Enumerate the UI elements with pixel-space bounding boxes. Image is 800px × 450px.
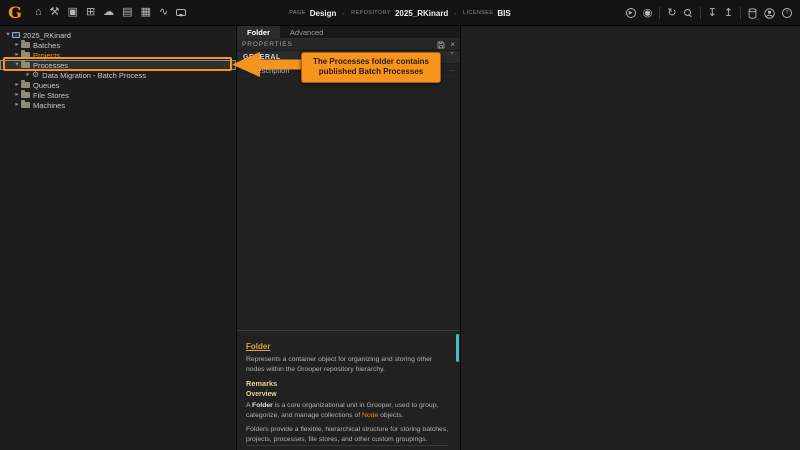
- folder-icon: [21, 92, 30, 98]
- help-paragraph-1: A Folder is a core organizational unit i…: [246, 401, 451, 420]
- chevron-down-icon[interactable]: ˇ: [451, 54, 455, 59]
- context-info: PAGE Design · REPOSITORY 2025_RKinard · …: [289, 0, 510, 26]
- repository-value[interactable]: 2025_RKinard: [395, 9, 448, 18]
- property-tabs: Folder Advanced: [237, 26, 460, 39]
- help-remarks-heading: Remarks: [246, 379, 451, 388]
- help-scrollbar-thumb[interactable]: [456, 334, 459, 362]
- refresh-icon[interactable]: ↻: [667, 8, 676, 19]
- expand-arrow-icon[interactable]: ▸: [13, 82, 21, 89]
- help-text: is a core organizational unit in Grooper…: [246, 402, 438, 419]
- batches-icon[interactable]: ▣: [68, 7, 78, 18]
- licensee-value[interactable]: BIS: [497, 9, 510, 18]
- tree-item-label: Queues: [33, 81, 59, 90]
- tree-item-data-migration[interactable]: ▸ ⚙ Data Migration - Batch Process: [0, 70, 236, 80]
- toolbar-separator: [659, 7, 660, 19]
- expand-arrow-icon[interactable]: ▾: [4, 32, 12, 39]
- toolbar-separator: [700, 7, 701, 19]
- tab-folder[interactable]: Folder: [237, 26, 280, 38]
- help-divider: [246, 445, 448, 446]
- user-icon[interactable]: [764, 8, 775, 19]
- toolbar-separator: [740, 7, 741, 19]
- help-intro: Represents a container object for organi…: [246, 355, 451, 374]
- properties-title: PROPERTIES: [242, 41, 293, 48]
- topbar: G ⌂ ⚒ ▣ ⊞ ☁ ▤ ▦ ∿ PAGE Design · REPOSITO…: [0, 0, 800, 26]
- expand-arrow-icon[interactable]: ▸: [13, 92, 21, 99]
- tree-item-label: Machines: [33, 101, 65, 110]
- grooper-logo[interactable]: G: [3, 1, 27, 25]
- properties-header: PROPERTIES ×: [237, 39, 460, 51]
- upload-icon[interactable]: ↥: [724, 8, 733, 19]
- tree-item-processes[interactable]: ▾ Processes: [0, 60, 236, 70]
- folder-icon: [21, 102, 30, 108]
- close-icon[interactable]: ×: [450, 41, 455, 49]
- search-icon[interactable]: [684, 9, 693, 18]
- expand-arrow-icon[interactable]: ▸: [24, 72, 32, 79]
- tab-advanced[interactable]: Advanced: [280, 26, 333, 38]
- node-link[interactable]: Node: [362, 412, 378, 419]
- chat-icon[interactable]: [176, 9, 186, 16]
- tree-item-projects[interactable]: ▸ Projects: [0, 50, 236, 60]
- tree-item-label: Projects: [33, 51, 60, 60]
- expand-arrow-icon[interactable]: ▾: [13, 62, 21, 69]
- page-value[interactable]: Design: [310, 9, 337, 18]
- save-icon[interactable]: [437, 41, 445, 49]
- folder-icon: [21, 62, 30, 68]
- property-grid-empty: [237, 77, 460, 330]
- folder-icon: [21, 42, 30, 48]
- tree-item-label: Data Migration - Batch Process: [42, 71, 146, 80]
- expand-arrow-icon[interactable]: ▸: [13, 52, 21, 59]
- tree-item-2025-rkinard[interactable]: ▾ 2025_RKinard: [0, 30, 236, 40]
- tree-item-batches[interactable]: ▸ Batches: [0, 40, 236, 50]
- licensee-label: LICENSEE: [463, 10, 493, 16]
- tree-item-label: Processes: [33, 61, 68, 70]
- workspace-area: [461, 26, 800, 450]
- activity-icon[interactable]: ∿: [159, 7, 168, 18]
- run-icon[interactable]: ▶: [626, 8, 636, 18]
- help-paragraph-2: Folders provide a flexible, hierarchical…: [246, 425, 451, 444]
- tree-item-label: File Stores: [33, 91, 69, 100]
- repository-label: REPOSITORY: [351, 10, 391, 16]
- separator-dot: ·: [340, 9, 347, 18]
- tree-item-machines[interactable]: ▸ Machines: [0, 100, 236, 110]
- repository-icon: [12, 32, 20, 38]
- folder-icon: [21, 82, 30, 88]
- cloud-icon[interactable]: ☁: [103, 7, 114, 18]
- expand-arrow-icon[interactable]: ▸: [13, 42, 21, 49]
- folder-icon: [21, 52, 30, 58]
- annotation-callout: The Processes folder contains published …: [301, 52, 441, 83]
- tree-item-file-stores[interactable]: ▸ File Stores: [0, 90, 236, 100]
- repository-tree: ▾ 2025_RKinard ▸ Batches ▸ Projects ▾ Pr…: [0, 26, 237, 450]
- topbar-action-icons: ▶ ◉ ↻ ↧ ↥ ?: [626, 0, 792, 26]
- home-icon[interactable]: ⌂: [35, 7, 42, 18]
- help-icon[interactable]: ?: [782, 8, 792, 18]
- help-text: objects.: [378, 412, 403, 419]
- properties-panel: Folder Advanced PROPERTIES × GENERAL ˇ D…: [237, 26, 461, 450]
- dashboard-icon[interactable]: ▦: [141, 7, 151, 18]
- grooper-window: G ⌂ ⚒ ▣ ⊞ ☁ ▤ ▦ ∿ PAGE Design · REPOSITO…: [0, 0, 800, 450]
- tree-item-label: Batches: [33, 41, 60, 50]
- imaging-icon[interactable]: ▤: [122, 7, 132, 18]
- expand-arrow-icon[interactable]: ▸: [13, 102, 21, 109]
- help-pane: Folder Represents a container object for…: [237, 330, 460, 450]
- topbar-nav-icons: ⌂ ⚒ ▣ ⊞ ☁ ▤ ▦ ∿: [35, 7, 186, 18]
- database-icon[interactable]: [748, 8, 757, 19]
- batch-process-icon: ⚙: [32, 71, 39, 79]
- separator-dot: ·: [452, 9, 459, 18]
- download-icon[interactable]: ↧: [708, 8, 717, 19]
- record-icon[interactable]: ◉: [643, 8, 653, 19]
- tree-item-queues[interactable]: ▸ Queues: [0, 80, 236, 90]
- design-tools-icon[interactable]: ⚒: [50, 7, 60, 18]
- help-overview-heading: Overview: [246, 391, 451, 398]
- tasks-icon[interactable]: ⊞: [86, 7, 95, 18]
- ellipsis-icon: …: [448, 68, 455, 72]
- help-bold-folder: Folder: [252, 402, 273, 409]
- help-title-link[interactable]: Folder: [246, 342, 270, 351]
- callout-text: The Processes folder contains published …: [313, 57, 429, 76]
- page-label: PAGE: [289, 10, 305, 16]
- tree-item-label: 2025_RKinard: [23, 31, 71, 40]
